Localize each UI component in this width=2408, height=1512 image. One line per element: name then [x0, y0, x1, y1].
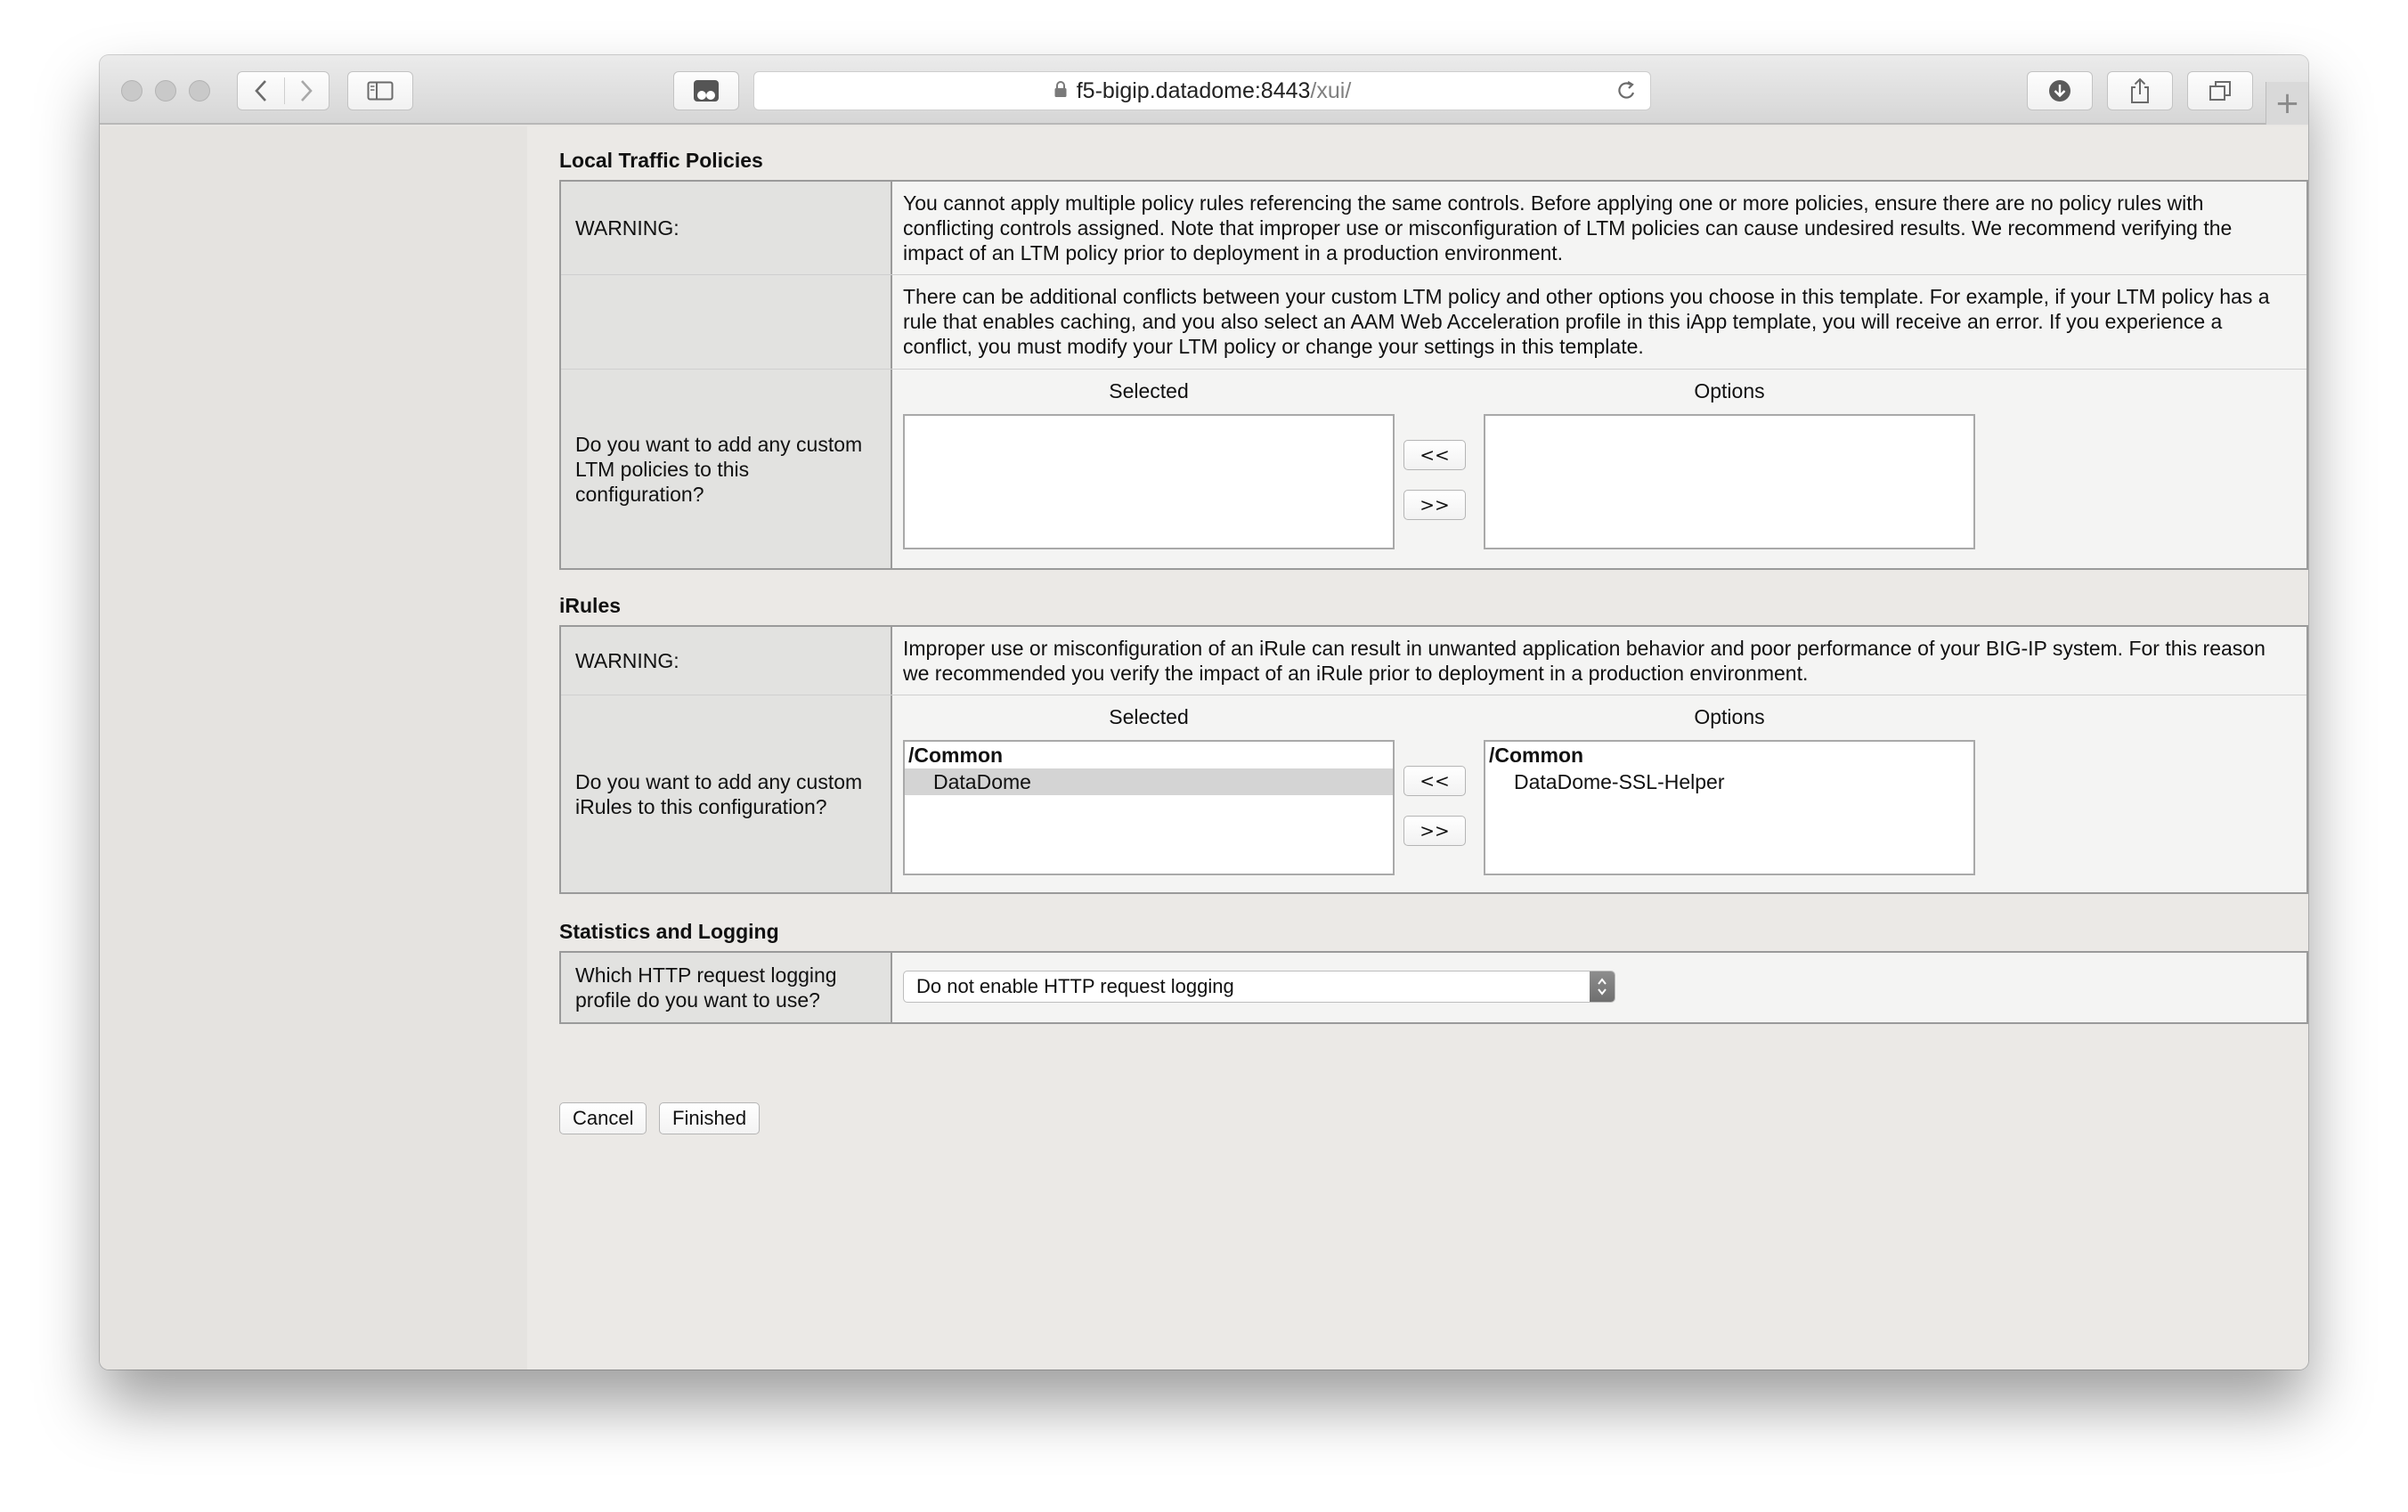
- url-host: f5-bigip.datadome:8443: [1076, 77, 1311, 103]
- section-title-irules: iRules: [559, 594, 622, 617]
- cancel-button[interactable]: Cancel: [559, 1102, 647, 1134]
- irules-options-list[interactable]: /Common DataDome-SSL-Helper: [1484, 740, 1975, 875]
- extension-button[interactable]: [673, 71, 739, 110]
- irules-dual-list: Selected Options /Common DataDome << >> …: [892, 695, 2306, 892]
- irules-remove-button[interactable]: >>: [1403, 816, 1466, 846]
- irules-warning-text: Improper use or misconfiguration of an i…: [903, 637, 2266, 685]
- section-title-stats: Statistics and Logging: [559, 920, 779, 943]
- list-group-label: /Common: [1489, 744, 1584, 767]
- zoom-window-button[interactable]: [189, 80, 210, 102]
- extension-icon: [692, 78, 720, 103]
- new-tab-button[interactable]: +: [2266, 82, 2308, 125]
- ltm-warning-text: You cannot apply multiple policy rules r…: [903, 191, 2233, 264]
- ltm-selected-header: Selected: [1109, 379, 1189, 402]
- share-icon: [2128, 77, 2152, 104]
- close-window-button[interactable]: [121, 80, 142, 102]
- stats-question: Which HTTP request logging profile do yo…: [561, 953, 892, 1022]
- section-title-ltm: Local Traffic Policies: [559, 149, 763, 172]
- irules-question: Do you want to add any custom iRules to …: [561, 695, 892, 892]
- left-navigation-panel: [100, 126, 527, 1370]
- irules-warning-label: WARNING:: [561, 627, 892, 695]
- irules-table: WARNING: Improper use or misconfiguratio…: [559, 625, 2308, 894]
- irules-selected-header: Selected: [1109, 705, 1189, 728]
- stats-table: Which HTTP request logging profile do yo…: [559, 951, 2308, 1024]
- tabs-icon: [2208, 79, 2233, 102]
- irules-options-header: Options: [1694, 705, 1765, 728]
- irules-warning-row: WARNING: Improper use or misconfiguratio…: [561, 627, 2306, 695]
- ltm-conflict-row: There can be additional conflicts betwee…: [561, 275, 2306, 370]
- list-item[interactable]: DataDome: [905, 768, 1393, 795]
- stats-logging-row: Which HTTP request logging profile do yo…: [561, 953, 2306, 1022]
- reload-icon[interactable]: [1615, 79, 1638, 110]
- browser-window: f5-bigip.datadome:8443/xui/ + Local Traf…: [100, 55, 2308, 1370]
- select-arrows-icon: [1590, 971, 1615, 1002]
- history-nav-group: [237, 71, 329, 110]
- ltm-question: Do you want to add any custom LTM polici…: [561, 370, 892, 568]
- list-item[interactable]: DataDome-SSL-Helper: [1485, 768, 1973, 795]
- list-group-label: /Common: [908, 744, 1004, 767]
- browser-toolbar: f5-bigip.datadome:8443/xui/ +: [100, 55, 2308, 125]
- ltm-conflict-text: There can be additional conflicts betwee…: [903, 285, 2270, 358]
- download-icon: [2047, 78, 2072, 103]
- sidebar-icon: [367, 81, 394, 101]
- sidebar-toggle-button[interactable]: [347, 71, 413, 110]
- ltm-selected-list[interactable]: [903, 414, 1395, 549]
- ltm-options-header: Options: [1694, 379, 1765, 402]
- ltm-selection-row: Do you want to add any custom LTM polici…: [561, 370, 2306, 568]
- minimize-window-button[interactable]: [155, 80, 176, 102]
- finished-button[interactable]: Finished: [659, 1102, 761, 1134]
- ltm-add-button[interactable]: <<: [1403, 440, 1466, 470]
- ltm-warning-row: WARNING: You cannot apply multiple polic…: [561, 182, 2306, 275]
- forward-icon[interactable]: [283, 79, 329, 102]
- downloads-button[interactable]: [2027, 71, 2093, 110]
- url-path: /xui/: [1310, 77, 1352, 103]
- lock-icon: [1054, 78, 1068, 104]
- tabs-overview-button[interactable]: [2187, 71, 2253, 110]
- stats-select-cell: Do not enable HTTP request logging: [892, 953, 2306, 1022]
- irules-add-button[interactable]: <<: [1403, 766, 1466, 796]
- ltm-dual-list: Selected Options << >>: [892, 370, 2306, 568]
- ltm-conflict-label: [561, 275, 892, 369]
- ltm-warning-label: WARNING:: [561, 182, 892, 274]
- irules-selected-list[interactable]: /Common DataDome: [903, 740, 1395, 875]
- share-button[interactable]: [2107, 71, 2173, 110]
- ltm-table: WARNING: You cannot apply multiple polic…: [559, 180, 2308, 570]
- select-value: Do not enable HTTP request logging: [916, 975, 1234, 997]
- ltm-remove-button[interactable]: >>: [1403, 490, 1466, 520]
- irules-selection-row: Do you want to add any custom iRules to …: [561, 695, 2306, 892]
- logging-profile-select[interactable]: Do not enable HTTP request logging: [903, 971, 1615, 1003]
- back-icon[interactable]: [238, 79, 283, 102]
- ltm-options-list[interactable]: [1484, 414, 1975, 549]
- address-bar[interactable]: f5-bigip.datadome:8443/xui/: [753, 71, 1651, 110]
